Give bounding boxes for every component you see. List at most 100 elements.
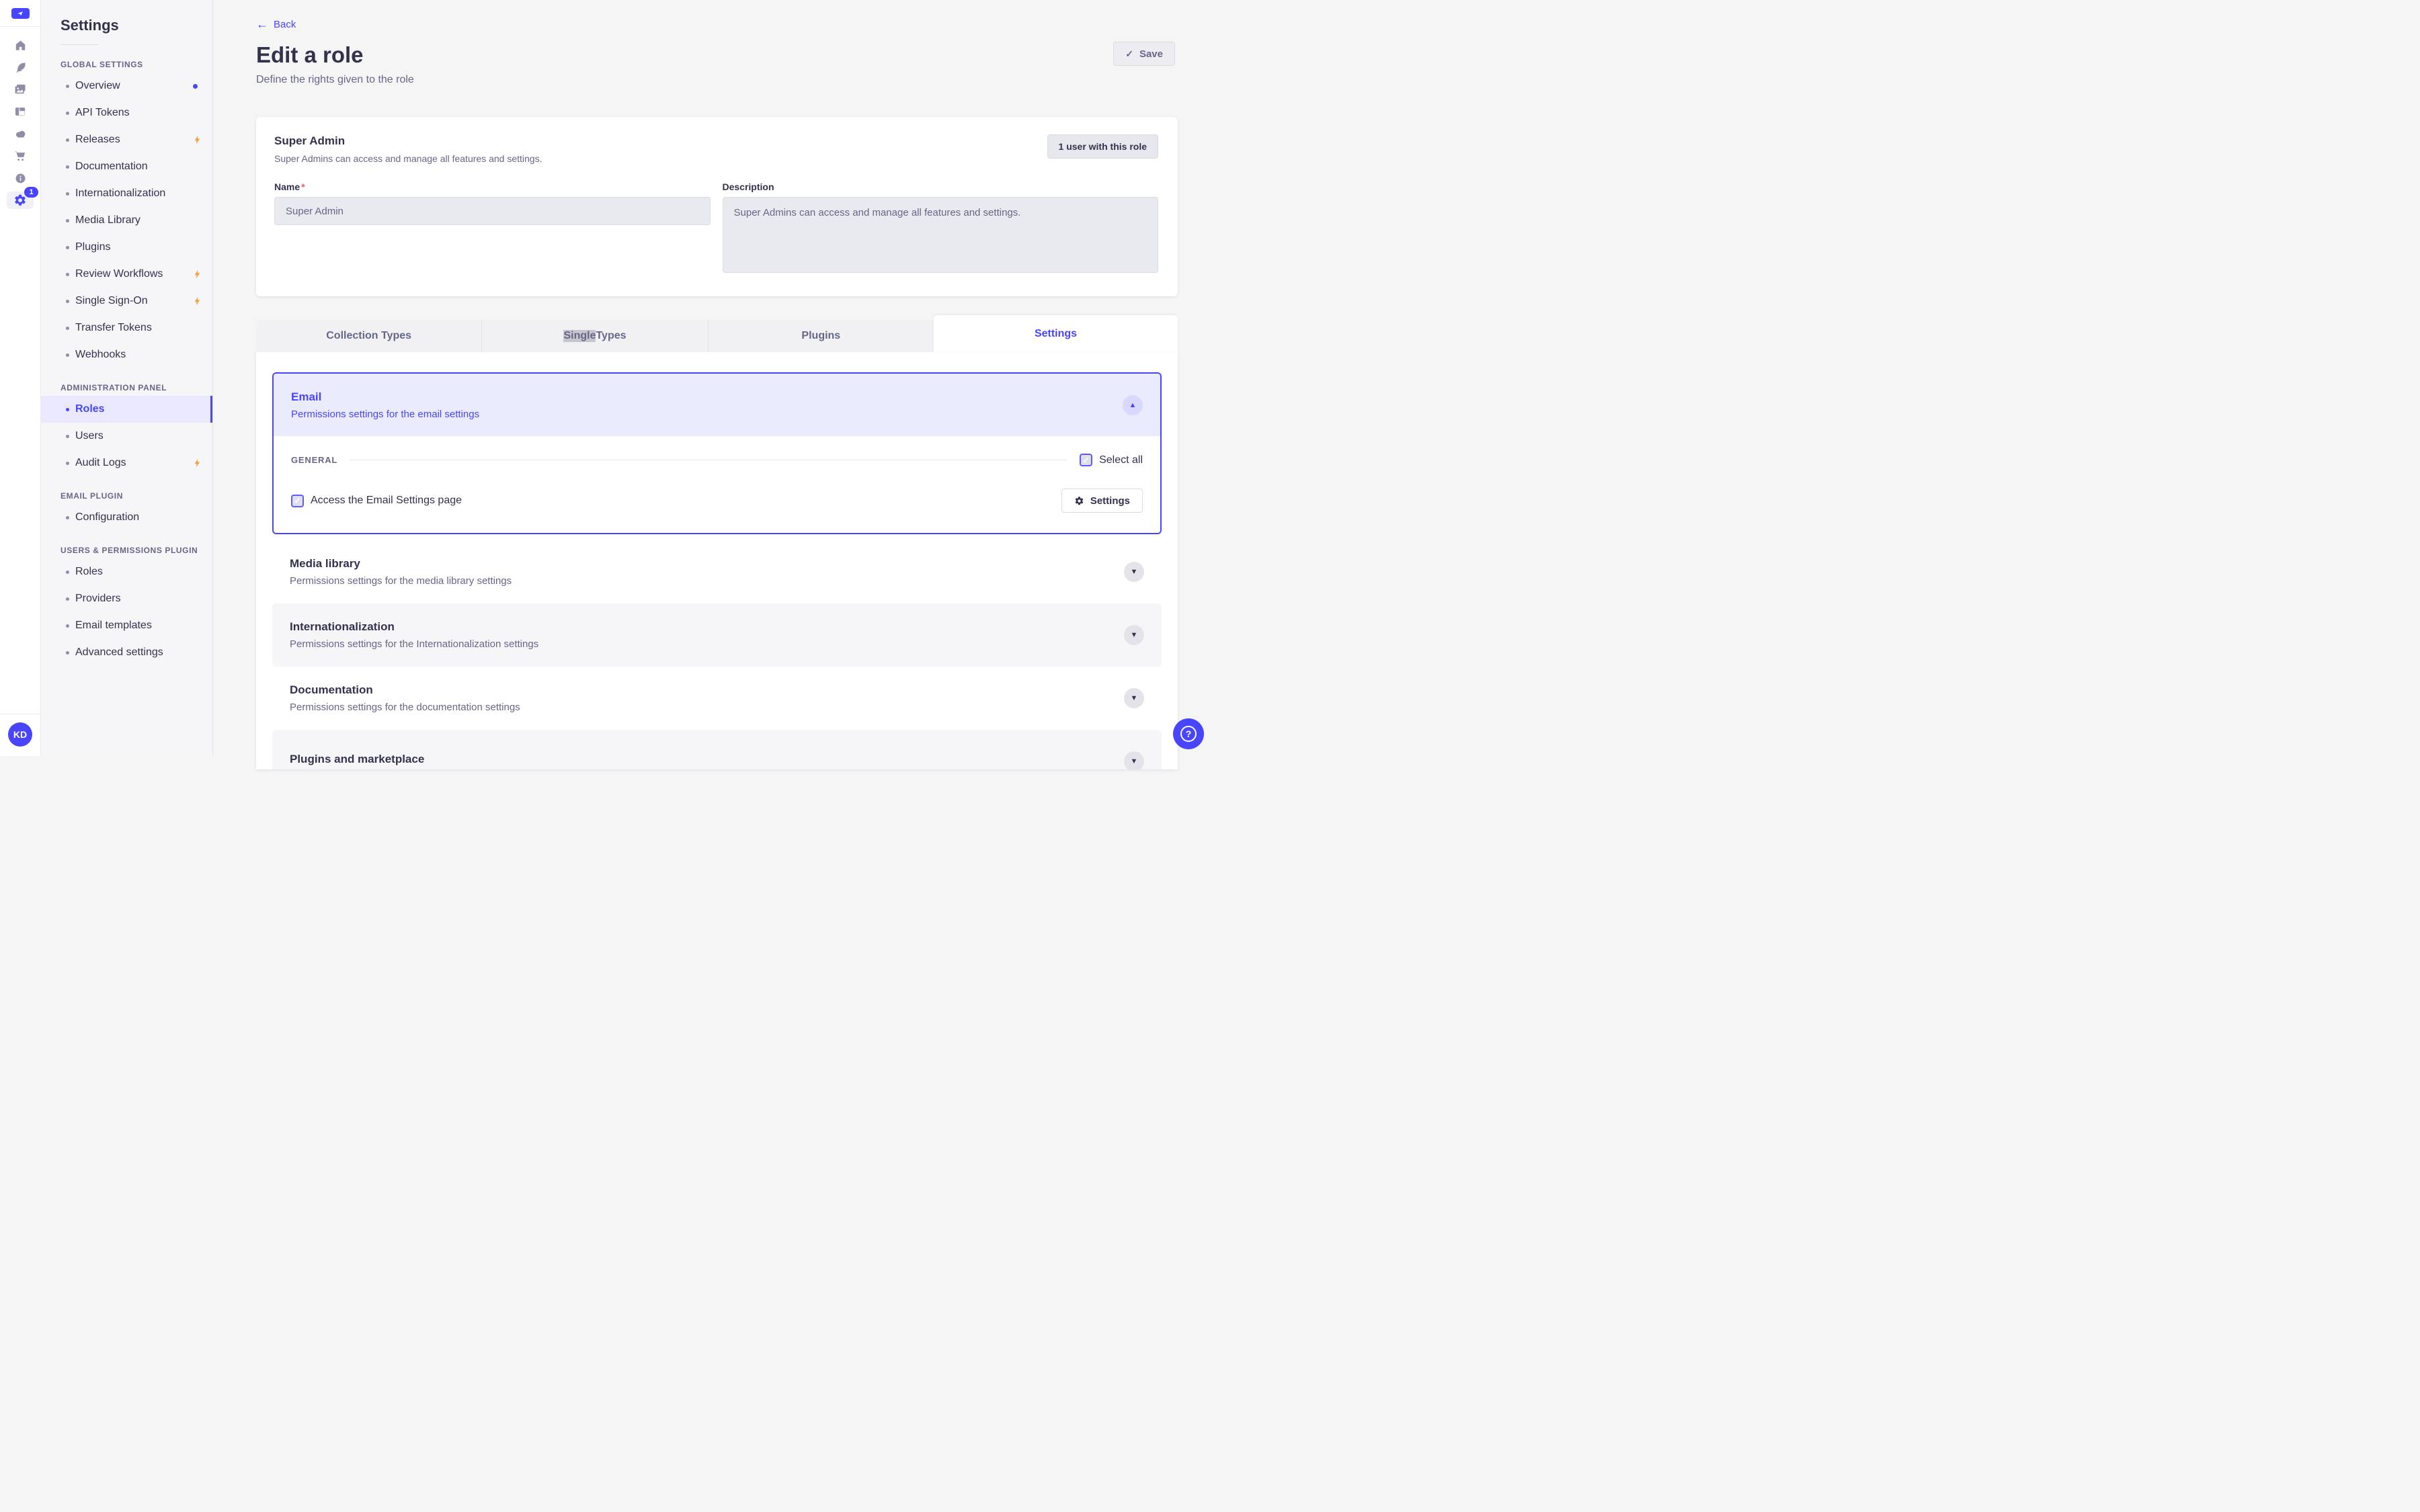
check-icon: ✓: [1125, 48, 1133, 59]
section-administration-panel: ADMINISTRATION PANEL: [61, 383, 167, 392]
role-description-text: Super Admins can access and manage all f…: [274, 153, 542, 164]
cloud-icon[interactable]: [7, 125, 34, 142]
sidebar-item-providers[interactable]: Providers: [41, 585, 212, 612]
strapi-logo[interactable]: [11, 8, 30, 19]
sidebar-item-plugins[interactable]: Plugins: [41, 234, 212, 261]
role-info-card: Super Admin Super Admins can access and …: [256, 117, 1178, 296]
marketplace-cart-icon[interactable]: [7, 147, 34, 165]
sidebar-item-roles-up[interactable]: Roles: [41, 558, 212, 585]
sidebar-item-webhooks[interactable]: Webhooks: [41, 341, 212, 368]
sidebar-item-api-tokens[interactable]: API Tokens: [41, 99, 212, 126]
sidebar-item-review-workflows[interactable]: Review Workflows: [41, 261, 212, 288]
info-icon[interactable]: [7, 169, 34, 187]
name-field[interactable]: [274, 197, 711, 225]
description-field-label: Description: [722, 181, 774, 192]
lightning-bolt-icon: [194, 270, 200, 278]
sidebar-item-email-templates[interactable]: Email templates: [41, 612, 212, 639]
bullet-icon: [66, 570, 69, 574]
chevron-down-icon[interactable]: ▼: [1124, 751, 1144, 769]
tab-single-types[interactable]: Single Types: [481, 320, 707, 352]
required-asterisk: *: [301, 181, 305, 192]
sidebar-item-documentation[interactable]: Documentation: [41, 153, 212, 180]
bullet-icon: [66, 299, 69, 303]
bullet-icon: [66, 84, 69, 88]
paper-plane-icon: [17, 11, 23, 16]
permissions-tab-panel: Email Permissions settings for the email…: [256, 352, 1178, 769]
permissions-tabs: Collection Types Single Types Plugins Se…: [256, 315, 1178, 352]
bullet-icon: [66, 353, 69, 357]
content-type-builder-icon[interactable]: [7, 103, 34, 120]
bullet-icon: [66, 245, 69, 249]
sidebar-item-releases[interactable]: Releases: [41, 126, 212, 153]
back-arrow-icon: ←: [256, 17, 268, 31]
access-email-settings-checkbox[interactable]: ✓: [291, 494, 304, 507]
chevron-down-icon[interactable]: ▼: [1124, 625, 1144, 645]
sidebar-item-transfer-tokens[interactable]: Transfer Tokens: [41, 314, 212, 341]
back-button[interactable]: ← Back: [256, 18, 296, 30]
question-mark-icon: ?: [1180, 726, 1197, 742]
sidebar-item-media-library[interactable]: Media Library: [41, 207, 212, 234]
sidebar-item-users[interactable]: Users: [41, 423, 212, 450]
sidebar-item-advanced-settings[interactable]: Advanced settings: [41, 639, 212, 666]
bullet-icon: [66, 407, 69, 411]
bullet-icon: [66, 111, 69, 115]
settings-notification-badge: 1: [24, 187, 38, 198]
bullet-icon: [66, 515, 69, 519]
section-global-settings: GLOBAL SETTINGS: [61, 60, 143, 69]
bullet-icon: [66, 434, 69, 438]
sidebar-item-overview[interactable]: Overview: [41, 73, 212, 99]
accordion-email-subtitle: Permissions settings for the email setti…: [291, 408, 480, 420]
email-settings-button[interactable]: Settings: [1061, 489, 1143, 513]
help-button[interactable]: ?: [1173, 718, 1204, 749]
sidebar-item-configuration[interactable]: Configuration: [41, 504, 212, 531]
chevron-down-icon[interactable]: ▼: [1124, 688, 1144, 708]
save-button[interactable]: ✓ Save: [1113, 42, 1175, 66]
role-name-heading: Super Admin: [274, 134, 346, 147]
permissions-card: Collection Types Single Types Plugins Se…: [256, 315, 1178, 769]
select-all-checkbox[interactable]: ✓: [1080, 454, 1093, 466]
page-subtitle: Define the rights given to the role: [256, 74, 414, 85]
content-manager-feather-icon[interactable]: [7, 58, 34, 76]
bullet-icon: [66, 461, 69, 465]
bullet-icon: [66, 272, 69, 276]
access-email-settings-label: Access the Email Settings page: [311, 495, 462, 506]
sidebar-item-internationalization[interactable]: Internationalization: [41, 180, 212, 207]
chevron-up-icon[interactable]: ▲: [1123, 394, 1143, 415]
description-field[interactable]: Super Admins can access and manage all f…: [722, 197, 1158, 273]
icon-rail: 1 KD: [0, 0, 41, 756]
accordion-media-library[interactable]: Media library Permissions settings for t…: [272, 540, 1162, 603]
main-content: ← Back Edit a role Define the rights giv…: [213, 0, 1210, 769]
rail-divider: [0, 26, 40, 27]
accordion-email-header[interactable]: Email Permissions settings for the email…: [274, 374, 1160, 436]
section-users-permissions-plugin: USERS & PERMISSIONS PLUGIN: [61, 546, 198, 555]
accordion-plugins-marketplace[interactable]: Plugins and marketplace ▼: [272, 730, 1162, 769]
section-email-plugin: EMAIL PLUGIN: [61, 491, 123, 501]
lightning-bolt-icon: [194, 297, 200, 305]
settings-gear-icon[interactable]: 1: [7, 187, 38, 209]
bullet-icon: [66, 326, 69, 330]
bullet-icon: [66, 218, 69, 222]
bullet-icon: [66, 597, 69, 601]
user-avatar[interactable]: KD: [8, 722, 32, 747]
home-icon[interactable]: [7, 36, 34, 54]
name-field-label: Name *: [274, 181, 305, 192]
users-with-role-button[interactable]: 1 user with this role: [1047, 134, 1158, 159]
sidebar-item-audit-logs[interactable]: Audit Logs: [41, 450, 212, 476]
tab-settings[interactable]: Settings: [934, 315, 1178, 352]
tab-plugins[interactable]: Plugins: [707, 320, 934, 352]
sidebar-item-roles-admin[interactable]: Roles: [41, 396, 212, 423]
sidebar-item-single-sign-on[interactable]: Single Sign-On: [41, 288, 212, 314]
media-library-icon[interactable]: [7, 81, 34, 98]
select-all-label: Select all: [1099, 454, 1143, 466]
lightning-bolt-icon: [194, 136, 200, 144]
bullet-icon: [66, 192, 69, 196]
gear-icon: [1075, 496, 1084, 505]
accordion-internationalization[interactable]: Internationalization Permissions setting…: [272, 603, 1162, 667]
bullet-icon: [66, 624, 69, 628]
chevron-down-icon[interactable]: ▼: [1124, 562, 1144, 582]
accordion-email-title: Email: [291, 390, 322, 403]
selected-text: Single: [563, 330, 596, 342]
settings-sidebar: Settings GLOBAL SETTINGS Overview API To…: [41, 0, 213, 756]
tab-collection-types[interactable]: Collection Types: [256, 320, 481, 352]
accordion-documentation[interactable]: Documentation Permissions settings for t…: [272, 667, 1162, 730]
